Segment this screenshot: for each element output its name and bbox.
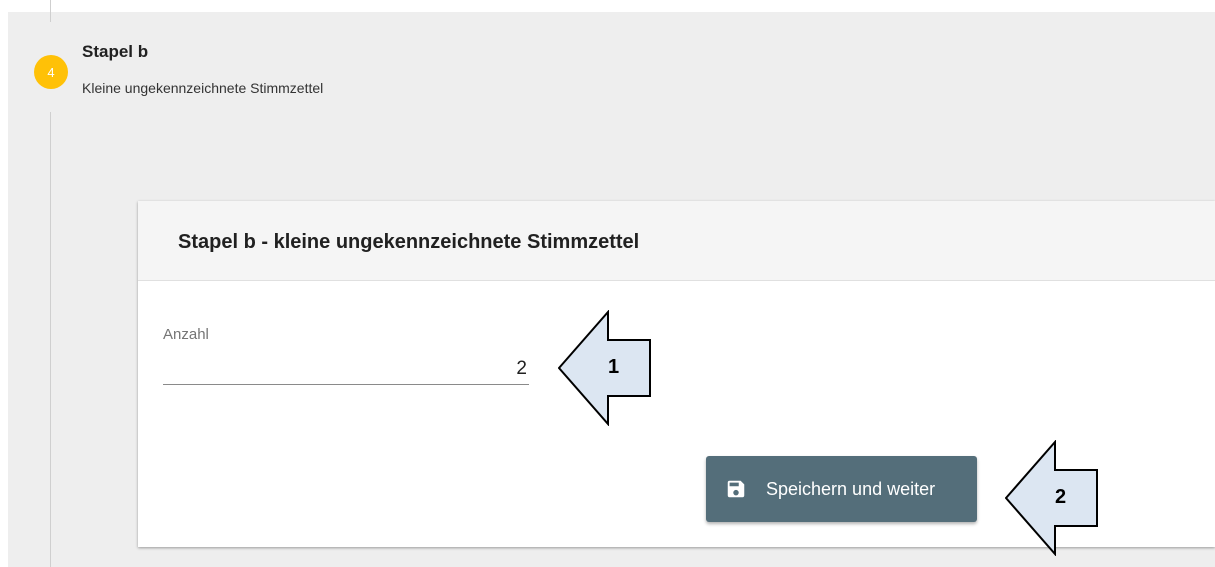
card-header: Stapel b - kleine ungekennzeichnete Stim… [138,201,1215,281]
step-subtitle: Kleine ungekennzeichnete Stimmzettel [82,80,324,96]
save-button-label: Speichern und weiter [766,478,936,499]
step-number-badge[interactable]: 4 [34,55,68,89]
stepper-connector [50,112,51,567]
count-field[interactable] [163,353,529,385]
callout-arrow-1 [558,310,651,426]
callout-number-2: 2 [1055,486,1067,508]
step-title[interactable]: Stapel b [82,42,148,62]
callout-number-1: 1 [608,356,620,378]
callout-arrow-2 [1005,440,1098,556]
count-field-label: Anzahl [163,326,209,343]
floppy-disk-icon [727,480,745,498]
card-title: Stapel b - kleine ungekennzeichnete Stim… [178,231,640,253]
save-and-continue-button[interactable]: Speichern und weiter [706,456,977,522]
stepper-connector-top [50,0,51,22]
